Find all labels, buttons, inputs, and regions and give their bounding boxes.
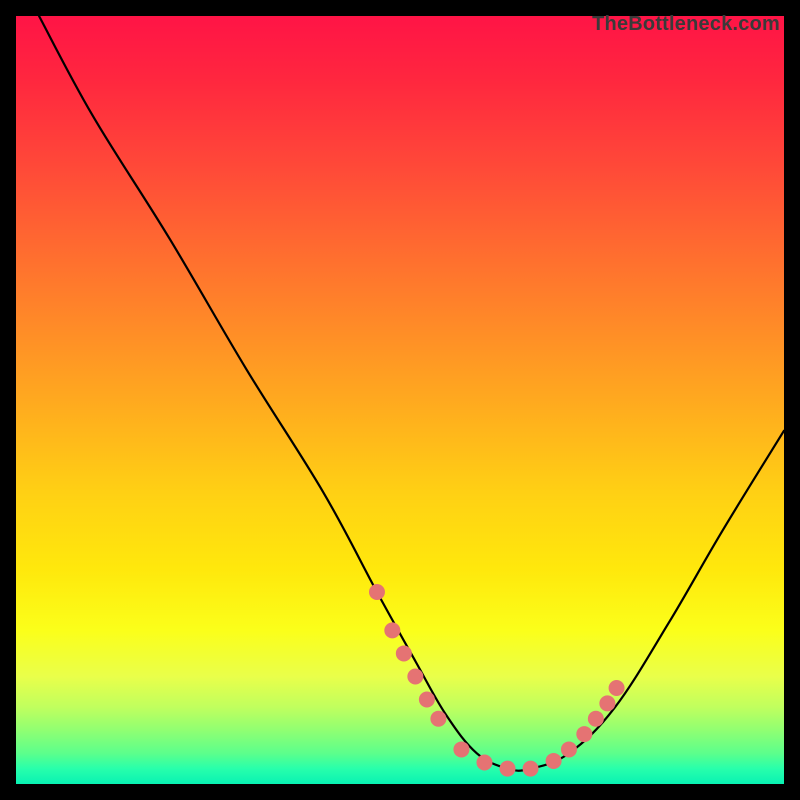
highlight-marker — [396, 645, 412, 661]
highlight-marker — [407, 668, 423, 684]
bottleneck-curve — [39, 16, 784, 771]
chart-svg — [16, 16, 784, 784]
highlight-marker — [384, 622, 400, 638]
highlight-marker — [523, 761, 539, 777]
highlight-marker — [476, 754, 492, 770]
highlight-marker — [500, 761, 516, 777]
highlight-marker — [561, 741, 577, 757]
watermark-label: TheBottleneck.com — [592, 13, 780, 36]
highlight-marker — [599, 695, 615, 711]
highlight-marker — [369, 584, 385, 600]
highlight-marker — [588, 711, 604, 727]
chart-frame: TheBottleneck.com — [16, 16, 784, 784]
highlight-marker — [453, 741, 469, 757]
highlight-marker — [609, 680, 625, 696]
highlight-markers — [369, 584, 625, 777]
highlight-marker — [430, 711, 446, 727]
highlight-marker — [419, 692, 435, 708]
highlight-marker — [576, 726, 592, 742]
highlight-marker — [546, 753, 562, 769]
